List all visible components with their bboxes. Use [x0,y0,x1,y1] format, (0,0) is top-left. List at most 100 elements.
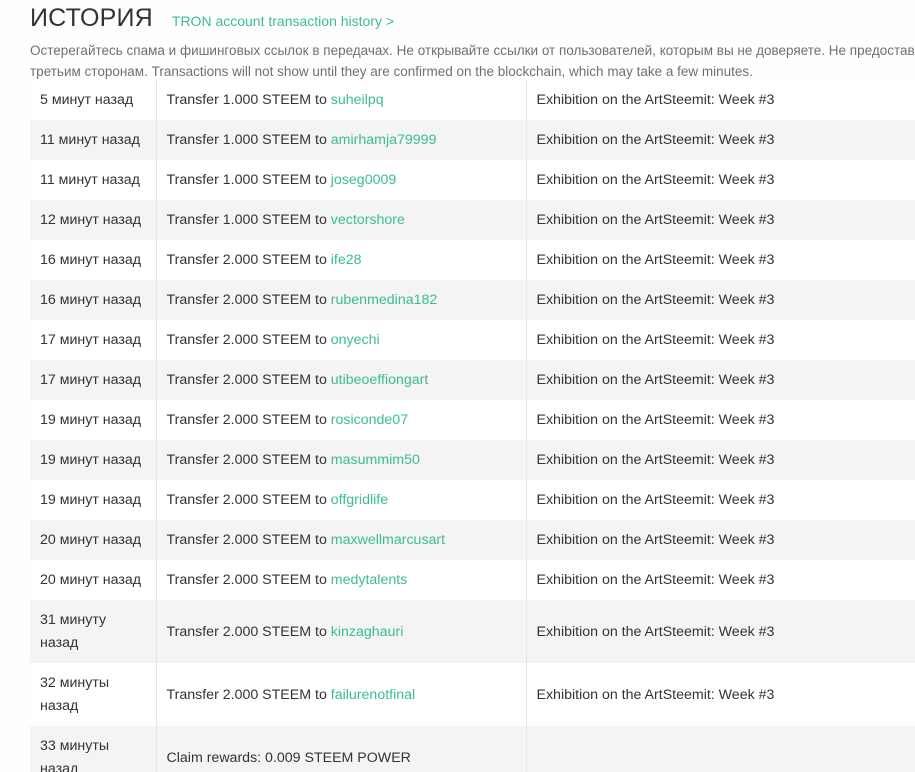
tx-recipient-link[interactable]: onyechi [331,332,380,348]
table-row: 16 минут назад Transfer 2.000 STEEM to ru… [30,280,915,320]
tx-memo: Exhibition on the ArtSteemit: Week #3 [526,560,915,600]
tx-memo: Exhibition on the ArtSteemit: Week #3 [526,520,915,560]
tx-recipient-link[interactable]: kinzaghauri [331,624,404,640]
history-header: ИСТОРИЯ TRON account transaction history… [30,4,394,38]
table-row: 17 минут назад Transfer 2.000 STEEM to ut… [30,360,915,400]
warning-line-1: Остерегайтесь спама и фишинговых ссылок … [30,43,915,58]
tron-history-link[interactable]: TRON account transaction history > [172,13,394,29]
tx-memo: Exhibition on the ArtSteemit: Week #3 [526,600,915,663]
tx-description: Claim rewards: 0.009 STEEM POWER [156,726,527,772]
spam-warning: Остерегайтесь спама и фишинговых ссылок … [30,40,915,82]
tx-action-text: Transfer 2.000 STEEM to [166,572,331,588]
tx-memo: Exhibition on the ArtSteemit: Week #3 [526,440,915,480]
tx-description: Transfer 2.000 STEEM to ife28 [156,240,527,280]
tx-memo: Exhibition on the ArtSteemit: Week #3 [526,400,915,440]
tx-action-text: Transfer 2.000 STEEM to [166,292,331,308]
tx-action-text: Transfer 1.000 STEEM to [166,172,331,188]
table-row: 19 минут назад Transfer 2.000 STEEM to ro… [30,400,915,440]
tx-action-text: Transfer 1.000 STEEM to [166,132,331,148]
tx-description: Transfer 2.000 STEEM to kinzaghauri [156,600,527,663]
tx-time: 16 минут назад [30,240,157,280]
tx-action-text: Claim rewards: 0.009 STEEM POWER [166,749,411,766]
tx-action-text: Transfer 1.000 STEEM to [166,212,331,228]
tx-memo: Exhibition on the ArtSteemit: Week #3 [526,480,915,520]
table-row: 11 минут назад Transfer 1.000 STEEM to am… [30,120,915,160]
tx-recipient-link[interactable]: masummim50 [331,452,420,468]
tx-time: 17 минут назад [30,360,157,400]
tx-memo: Exhibition on the ArtSteemit: Week #3 [526,663,915,726]
tx-action-text: Transfer 2.000 STEEM to [166,332,331,348]
tx-recipient-link[interactable]: utibeoeffiongart [331,372,429,388]
table-row: 19 минут назад Transfer 2.000 STEEM to ma… [30,440,915,480]
transaction-history-page: ИСТОРИЯ TRON account transaction history… [0,0,915,772]
tx-time: 19 минут назад [30,440,157,480]
table-row: 20 минут назад Transfer 2.000 STEEM to me… [30,560,915,600]
tx-description: Transfer 2.000 STEEM to maxwellmarcusart [156,520,527,560]
tx-memo: Exhibition on the ArtSteemit: Week #3 [526,320,915,360]
tx-action-text: Transfer 1.000 STEEM to [166,92,331,108]
tx-description: Transfer 2.000 STEEM to utibeoeffiongart [156,360,527,400]
table-row: 16 минут назад Transfer 2.000 STEEM to if… [30,240,915,280]
tx-memo: Exhibition on the ArtSteemit: Week #3 [526,120,915,160]
tx-recipient-link[interactable]: medytalents [331,572,408,588]
table-row: 20 минут назад Transfer 2.000 STEEM to ma… [30,520,915,560]
tx-time: 12 минут назад [30,200,157,240]
tx-action-text: Transfer 2.000 STEEM to [166,452,331,468]
tx-action-text: Transfer 2.000 STEEM to [166,412,331,428]
tx-time: 5 минут назад [30,80,157,120]
tx-time: 20 минут назад [30,520,157,560]
tx-recipient-link[interactable]: vectorshore [331,212,405,228]
tx-memo: Exhibition on the ArtSteemit: Week #3 [526,160,915,200]
transactions-body: 5 минут назад Transfer 1.000 STEEM to suh… [30,80,915,772]
tx-time: 32 минуты назад [30,663,157,726]
tx-time: 31 минуту назад [30,600,157,663]
tx-memo: Exhibition on the ArtSteemit: Week #3 [526,280,915,320]
tx-action-text: Transfer 2.000 STEEM to [166,686,331,703]
tx-recipient-link[interactable]: rubenmedina182 [331,292,438,308]
tx-time: 16 минут назад [30,280,157,320]
tx-description: Transfer 2.000 STEEM to onyechi [156,320,527,360]
table-row: 32 минуты назад Transfer 2.000 STEEM to f… [30,663,915,726]
tx-action-text: Transfer 2.000 STEEM to [166,372,331,388]
table-row: 5 минут назад Transfer 1.000 STEEM to suh… [30,80,915,120]
tx-action-text: Transfer 2.000 STEEM to [166,252,331,268]
transactions-table: 5 минут назад Transfer 1.000 STEEM to suh… [30,80,915,772]
tx-recipient-link[interactable]: offgridlife [331,492,388,508]
tx-recipient-link[interactable]: maxwellmarcusart [331,532,445,548]
tx-memo: Exhibition on the ArtSteemit: Week #3 [526,360,915,400]
tx-recipient-link[interactable]: joseg0009 [331,172,396,188]
tx-description: Transfer 1.000 STEEM to amirhamja79999 [156,120,527,160]
tx-description: Transfer 1.000 STEEM to vectorshore [156,200,527,240]
table-row: 31 минуту назад Transfer 2.000 STEEM to k… [30,600,915,663]
tx-recipient-link[interactable]: ife28 [331,252,362,268]
tx-description: Transfer 1.000 STEEM to joseg0009 [156,160,527,200]
tx-recipient-link[interactable]: rosiconde07 [331,412,408,428]
tx-memo: Exhibition on the ArtSteemit: Week #3 [526,200,915,240]
tx-action-text: Transfer 2.000 STEEM to [166,532,331,548]
tx-time: 17 минут назад [30,320,157,360]
tx-description: Transfer 2.000 STEEM to failurenotfinal [156,663,527,726]
tx-recipient-link[interactable]: suheilpq [331,92,384,108]
warning-line-2: третьим сторонам. Transactions will not … [30,64,753,79]
table-row: 17 минут назад Transfer 2.000 STEEM to on… [30,320,915,360]
tx-time: 11 минут назад [30,160,157,200]
tx-description: Transfer 2.000 STEEM to rosiconde07 [156,400,527,440]
tx-time: 19 минут назад [30,400,157,440]
table-row: 12 минут назад Transfer 1.000 STEEM to ve… [30,200,915,240]
tx-memo: Exhibition on the ArtSteemit: Week #3 [526,240,915,280]
tx-action-text: Transfer 2.000 STEEM to [166,492,331,508]
tx-time: 19 минут назад [30,480,157,520]
tx-description: Transfer 2.000 STEEM to offgridlife [156,480,527,520]
table-row: 11 минут назад Transfer 1.000 STEEM to jo… [30,160,915,200]
tx-memo: Exhibition on the ArtSteemit: Week #3 [526,80,915,120]
tx-description: Transfer 1.000 STEEM to suheilpq [156,80,527,120]
page-title: ИСТОРИЯ [30,4,153,32]
tx-time: 20 минут назад [30,560,157,600]
table-row: 33 минуты назад Claim rewards: 0.009 STEE… [30,726,915,772]
tx-time: 11 минут назад [30,120,157,160]
tx-description: Transfer 2.000 STEEM to masummim50 [156,440,527,480]
table-row: 19 минут назад Transfer 2.000 STEEM to of… [30,480,915,520]
tx-recipient-link[interactable]: failurenotfinal [331,687,415,703]
tx-action-text: Transfer 2.000 STEEM to [166,623,331,640]
tx-recipient-link[interactable]: amirhamja79999 [331,132,437,148]
